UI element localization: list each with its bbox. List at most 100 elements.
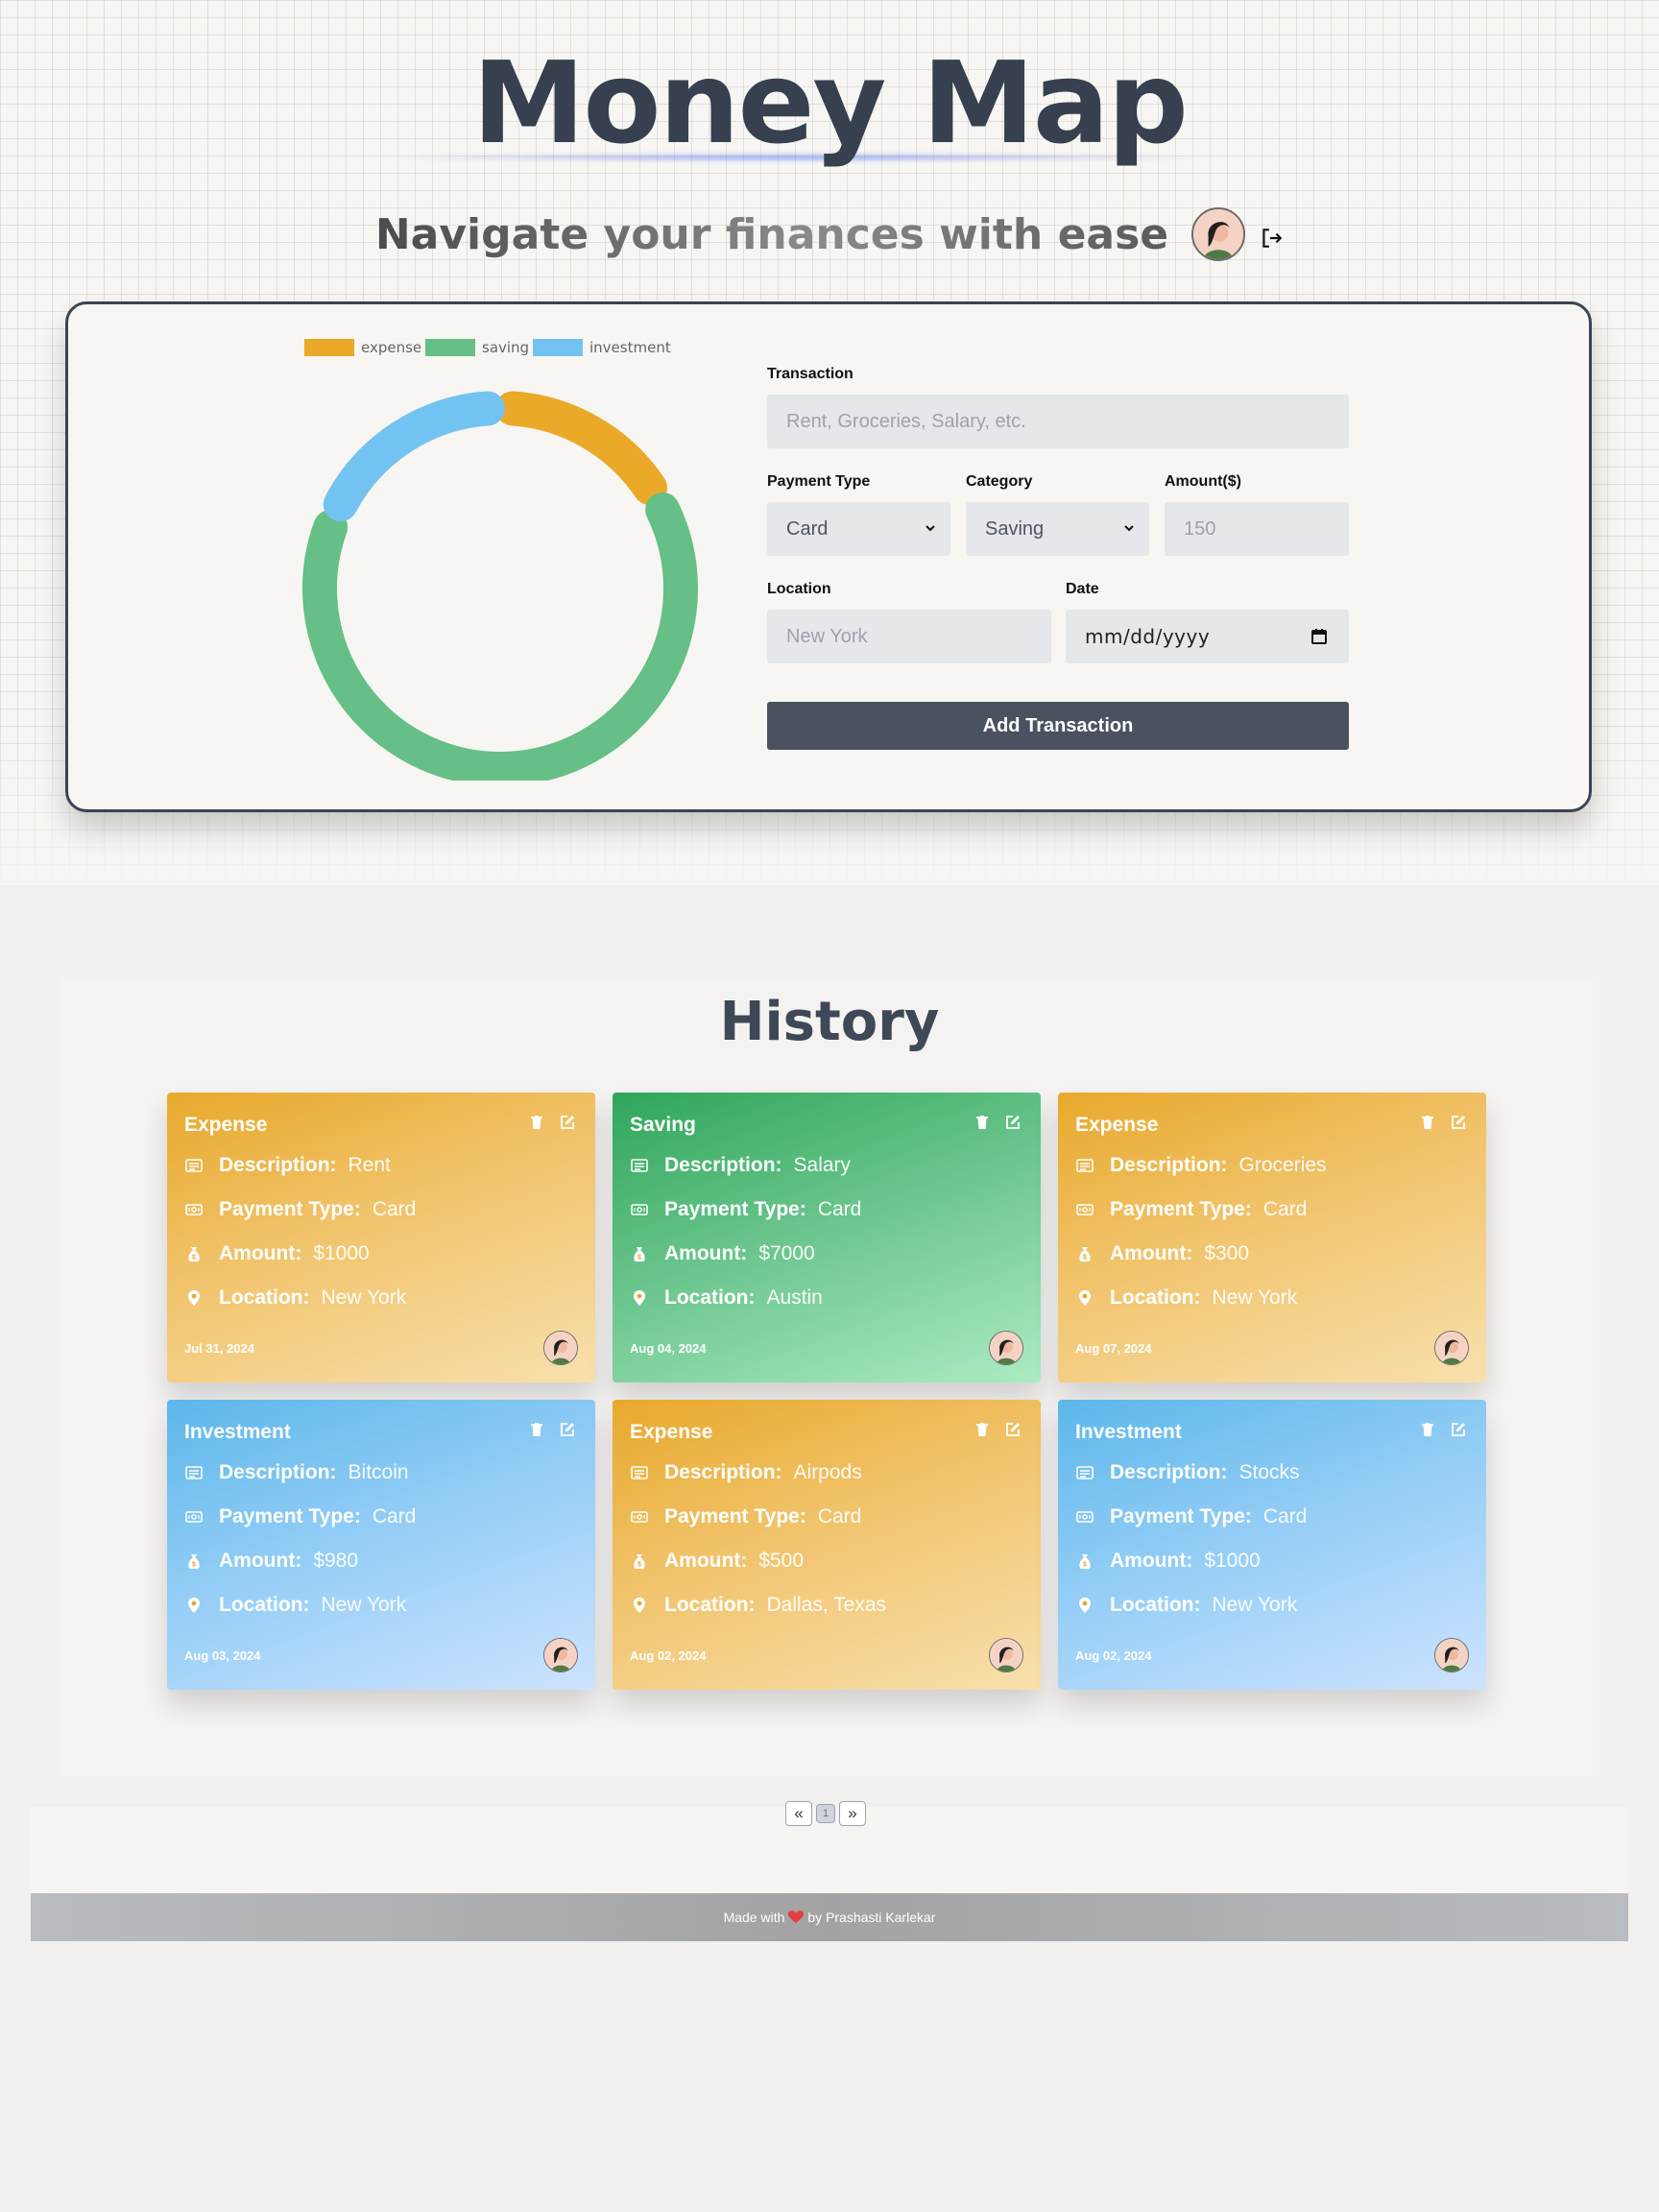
history-section: History Expense Description: Rent Paymen… xyxy=(60,977,1599,1776)
amount-input[interactable]: 150 xyxy=(1165,502,1349,556)
location-icon xyxy=(1079,1598,1091,1613)
card-field-value: New York xyxy=(1212,1594,1298,1616)
location-input[interactable]: New York xyxy=(767,610,1051,663)
trash-icon[interactable] xyxy=(974,1421,991,1438)
card-field-value: Card xyxy=(1262,1198,1308,1220)
category-select[interactable]: Saving xyxy=(966,502,1149,556)
avatar-illustration xyxy=(544,1639,577,1671)
donut-segment-investment[interactable] xyxy=(323,391,505,522)
prev-page-button[interactable]: « xyxy=(785,1801,812,1826)
logout-icon[interactable] xyxy=(1259,226,1284,251)
page-number-button[interactable]: 1 xyxy=(816,1804,835,1823)
card-field-label: Location: xyxy=(1110,1594,1201,1616)
description-icon xyxy=(1076,1159,1094,1172)
card-field-label: Amount: xyxy=(1110,1550,1193,1572)
card-amount-row: $ Amount: $1000 xyxy=(1075,1550,1261,1573)
location-icon xyxy=(1079,1290,1091,1306)
description-icon xyxy=(1076,1466,1094,1479)
trash-icon[interactable] xyxy=(974,1114,991,1131)
edit-icon[interactable] xyxy=(1004,1114,1022,1131)
card-field-label: Location: xyxy=(219,1594,310,1616)
payment-type-icon xyxy=(185,1511,203,1523)
card-field-label: Location: xyxy=(664,1286,756,1309)
transaction-input[interactable]: Rent, Groceries, Salary, etc. xyxy=(767,395,1349,448)
legend-swatch xyxy=(533,339,583,356)
card-payment-type-row: Payment Type: Card xyxy=(184,1198,416,1221)
footer-author: by Prashasti Karlekar xyxy=(807,1910,936,1925)
location-label: Location xyxy=(767,581,831,597)
calendar-icon[interactable] xyxy=(1310,628,1328,645)
edit-icon[interactable] xyxy=(559,1114,576,1131)
card-payment-type-row: Payment Type: Card xyxy=(1075,1198,1307,1221)
transaction-label: Transaction xyxy=(767,366,854,382)
edit-icon[interactable] xyxy=(1450,1114,1467,1131)
avatar-illustration xyxy=(544,1332,577,1364)
card-field-value: New York xyxy=(1212,1286,1298,1309)
card-field-label: Location: xyxy=(664,1594,756,1616)
trash-icon[interactable] xyxy=(1419,1114,1436,1131)
edit-icon[interactable] xyxy=(1450,1421,1467,1438)
avatar-illustration xyxy=(990,1639,1022,1671)
transaction-placeholder: Rent, Groceries, Salary, etc. xyxy=(786,410,1026,432)
location-icon xyxy=(634,1598,645,1613)
card-field-label: Location: xyxy=(1110,1286,1201,1309)
avatar-illustration xyxy=(990,1332,1022,1364)
user-avatar[interactable] xyxy=(1191,207,1246,261)
card-field-label: Payment Type: xyxy=(664,1505,806,1527)
add-transaction-button[interactable]: Add Transaction xyxy=(767,702,1349,750)
legend-item-investment[interactable]: investment xyxy=(533,339,671,356)
app-subtitle: Navigate your finances with ease xyxy=(374,209,1169,259)
chevron-down-icon xyxy=(1124,525,1134,532)
location-icon xyxy=(634,1290,645,1306)
card-field-label: Description: xyxy=(1110,1154,1228,1176)
card-location-row: Location: New York xyxy=(1075,1286,1297,1310)
legend-item-expense[interactable]: expense xyxy=(304,339,421,356)
payment-type-icon xyxy=(631,1204,648,1215)
trash-icon[interactable] xyxy=(528,1114,545,1131)
history-title: History xyxy=(719,991,940,1053)
card-field-value: $1000 xyxy=(1204,1550,1261,1572)
category-label: Category xyxy=(966,473,1033,490)
svg-text:$: $ xyxy=(1083,1255,1087,1262)
payment-type-select[interactable]: Card xyxy=(767,502,950,556)
card-field-label: Description: xyxy=(219,1461,337,1483)
trash-icon[interactable] xyxy=(528,1421,545,1438)
trash-icon[interactable] xyxy=(1419,1421,1436,1438)
card-description-row: Description: Stocks xyxy=(1075,1461,1300,1484)
legend-label: investment xyxy=(589,339,671,356)
legend-item-saving[interactable]: saving xyxy=(425,339,529,356)
avatar-illustration xyxy=(1435,1332,1468,1364)
donut-segment-saving[interactable] xyxy=(302,492,698,781)
pagination: « 1 » xyxy=(785,1801,866,1826)
donut-segment-expense[interactable] xyxy=(495,391,668,506)
payment-type-icon xyxy=(1076,1511,1094,1523)
card-category: Saving xyxy=(630,1114,696,1136)
card-amount-row: $ Amount: $980 xyxy=(184,1550,358,1573)
card-field-value: Salary xyxy=(793,1154,852,1176)
card-field-label: Amount: xyxy=(219,1242,302,1264)
date-input[interactable]: mm/dd/yyyy xyxy=(1066,610,1349,663)
payment-type-value: Card xyxy=(786,517,829,540)
edit-icon[interactable] xyxy=(559,1421,576,1438)
description-icon xyxy=(631,1159,648,1172)
description-icon xyxy=(185,1159,203,1172)
card-field-value: Rent xyxy=(348,1154,391,1176)
card-location-row: Location: Austin xyxy=(630,1286,823,1310)
chart-legend: expense saving investment xyxy=(289,339,711,358)
chevron-down-icon xyxy=(926,525,935,532)
card-field-value: Card xyxy=(1262,1505,1308,1527)
card-payment-type-row: Payment Type: Card xyxy=(1075,1505,1307,1528)
description-icon xyxy=(631,1466,648,1479)
card-actions xyxy=(1419,1421,1467,1438)
card-avatar xyxy=(989,1331,1023,1365)
card-avatar xyxy=(1434,1331,1469,1365)
legend-swatch xyxy=(304,339,354,356)
location-icon xyxy=(188,1290,200,1306)
card-date: Aug 07, 2024 xyxy=(1075,1341,1152,1356)
payment-type-icon xyxy=(1076,1204,1094,1215)
card-field-value: $980 xyxy=(313,1550,359,1572)
svg-text:$: $ xyxy=(637,1562,641,1569)
amount-icon: $ xyxy=(1079,1247,1091,1262)
edit-icon[interactable] xyxy=(1004,1421,1022,1438)
next-page-button[interactable]: » xyxy=(839,1801,866,1826)
